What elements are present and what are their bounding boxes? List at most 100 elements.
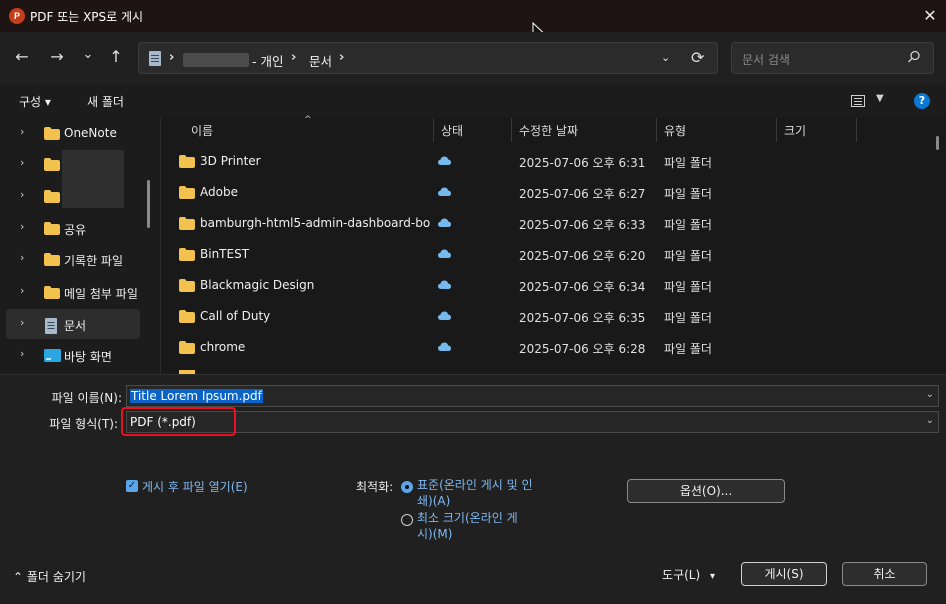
file-name: bamburgh-html5-admin-dashboard-bo... bbox=[200, 216, 430, 230]
window-title: PDF 또는 XPS로 게시 bbox=[30, 10, 144, 24]
options-button[interactable]: 옵션(O)... bbox=[627, 479, 785, 503]
breadcrumb-separator-icon[interactable]: › bbox=[291, 50, 296, 65]
breadcrumb-documents[interactable]: 문서 bbox=[309, 51, 332, 70]
table-row[interactable]: chrome 2025-07-06 오후 6:28 파일 폴더 bbox=[161, 332, 931, 363]
organize-menu-button[interactable]: 구성 ▾ bbox=[19, 93, 51, 110]
open-after-publish-checkbox[interactable]: ✓ bbox=[126, 480, 138, 492]
sidebar-item-shared[interactable]: › 공유 bbox=[6, 213, 140, 243]
table-row[interactable]: Call of Duty 2025-07-06 오후 6:35 파일 폴더 bbox=[161, 301, 931, 332]
file-type: 파일 폴더 bbox=[664, 218, 712, 232]
cloud-icon bbox=[438, 280, 451, 289]
help-icon[interactable]: ? bbox=[914, 93, 930, 109]
view-details-icon[interactable] bbox=[851, 95, 865, 107]
sidebar-scrollbar[interactable] bbox=[147, 180, 150, 228]
cloud-icon bbox=[438, 218, 451, 227]
breadcrumb-separator-icon[interactable]: › bbox=[339, 50, 344, 65]
filename-value: Title Lorem Ipsum.pdf bbox=[130, 389, 263, 403]
sidebar-item-desktop[interactable]: › 바탕 화면 bbox=[6, 340, 140, 370]
sidebar-item-label: 공유 bbox=[64, 223, 87, 237]
sidebar-item-label: 기록한 파일 bbox=[64, 254, 124, 268]
documents-icon bbox=[149, 51, 161, 66]
cancel-button[interactable]: 취소 bbox=[842, 562, 927, 586]
optimize-label: 최적화: bbox=[356, 480, 394, 494]
table-row[interactable]: 3D Printer 2025-07-06 오후 6:31 파일 폴더 bbox=[161, 146, 931, 177]
sidebar-item-mail-attachments[interactable]: › 메일 첨부 파일 bbox=[6, 277, 140, 307]
optimize-minimum-radio[interactable] bbox=[401, 514, 413, 526]
expand-chevron-icon[interactable]: › bbox=[20, 347, 24, 360]
forward-arrow-icon[interactable]: → bbox=[46, 46, 68, 68]
column-header-status[interactable]: 상태 bbox=[433, 118, 511, 142]
file-type: 파일 폴더 bbox=[664, 156, 712, 170]
optimize-standard-radio[interactable] bbox=[401, 481, 413, 493]
folder-icon bbox=[179, 248, 195, 261]
search-box[interactable]: 문서 검색 bbox=[731, 42, 934, 74]
file-list: ^ 이름 상태 수정한 날짜 유형 크기 3D Printer 2025-07-… bbox=[160, 115, 946, 374]
sidebar-item-label: 문서 bbox=[64, 319, 87, 333]
folder-icon bbox=[44, 127, 60, 140]
tools-menu-button[interactable]: 도구(L) ▾ bbox=[662, 566, 715, 583]
navigation-bar: ← → ⌄ ↑ › - 개인 › 문서 › ⌄ ⟳ 문서 검색 bbox=[0, 32, 946, 84]
folder-icon bbox=[179, 186, 195, 199]
expand-chevron-icon[interactable]: › bbox=[20, 284, 24, 297]
column-header-type[interactable]: 유형 bbox=[656, 118, 776, 142]
file-date: 2025-07-06 오후 6:27 bbox=[519, 187, 646, 201]
highlight-annotation-box bbox=[121, 407, 236, 436]
filename-input[interactable]: Title Lorem Ipsum.pdf ⌄ bbox=[126, 385, 939, 407]
table-row[interactable]: Blackmagic Design 2025-07-06 오후 6:34 파일 … bbox=[161, 270, 931, 301]
column-header-date[interactable]: 수정한 날짜 bbox=[511, 118, 656, 142]
hide-folders-button[interactable]: ⌃ 폴더 숨기기 bbox=[13, 568, 86, 585]
file-list-scrollbar[interactable] bbox=[936, 136, 939, 150]
file-date: 2025-07-06 오후 6:20 bbox=[519, 249, 646, 263]
chevron-down-icon[interactable]: ⌄ bbox=[926, 415, 934, 426]
folder-icon bbox=[179, 310, 195, 323]
expand-chevron-icon[interactable]: › bbox=[20, 125, 24, 138]
desktop-icon bbox=[44, 349, 61, 362]
table-row[interactable]: bamburgh-html5-admin-dashboard-bo... 202… bbox=[161, 208, 931, 239]
search-icon[interactable] bbox=[906, 49, 922, 65]
table-row[interactable]: Adobe 2025-07-06 오후 6:27 파일 폴더 bbox=[161, 177, 931, 208]
command-bar: 구성 ▾ 새 폴더 ▼ ? bbox=[0, 84, 946, 118]
folder-icon bbox=[44, 253, 60, 266]
expand-chevron-icon[interactable]: › bbox=[20, 316, 24, 329]
recent-locations-chevron-icon[interactable]: ⌄ bbox=[77, 44, 99, 66]
expand-chevron-icon[interactable]: › bbox=[20, 156, 24, 169]
optimize-minimum-label[interactable]: 최소 크기(온라인 게시)(M) bbox=[417, 510, 532, 542]
sidebar-item-label: OneNote bbox=[64, 126, 117, 140]
file-type: 파일 폴더 bbox=[664, 311, 712, 325]
navigation-pane: › OneNote › › › 공유 › 기록한 파일 › 메일 첨부 파일 ›… bbox=[0, 118, 160, 374]
cloud-icon bbox=[438, 156, 451, 165]
view-options-chevron-icon[interactable]: ▼ bbox=[876, 93, 884, 104]
back-arrow-icon[interactable]: ← bbox=[11, 46, 33, 68]
open-after-publish-label[interactable]: 게시 후 파일 열기(E) bbox=[142, 478, 248, 495]
address-bar[interactable]: › - 개인 › 문서 › ⌄ ⟳ bbox=[138, 42, 718, 74]
expand-chevron-icon[interactable]: › bbox=[20, 220, 24, 233]
table-row[interactable]: BinTEST 2025-07-06 오후 6:20 파일 폴더 bbox=[161, 239, 931, 270]
sidebar-item-recorded-files[interactable]: › 기록한 파일 bbox=[6, 244, 140, 274]
column-header-size[interactable]: 크기 bbox=[776, 118, 856, 142]
up-arrow-icon[interactable]: ↑ bbox=[105, 46, 127, 68]
column-header-name[interactable]: 이름 bbox=[183, 118, 433, 142]
expand-chevron-icon[interactable]: › bbox=[20, 251, 24, 264]
breadcrumb-separator-icon[interactable]: › bbox=[169, 50, 174, 65]
close-icon[interactable]: ✕ bbox=[918, 4, 942, 28]
file-type: 파일 폴더 bbox=[664, 342, 712, 356]
file-date: 2025-07-06 오후 6:35 bbox=[519, 311, 646, 325]
address-dropdown-chevron-icon[interactable]: ⌄ bbox=[661, 51, 670, 64]
folder-icon bbox=[44, 190, 60, 203]
column-divider[interactable] bbox=[856, 118, 857, 142]
refresh-icon[interactable]: ⟳ bbox=[691, 48, 704, 67]
filetype-select[interactable]: PDF (*.pdf) ⌄ bbox=[126, 411, 939, 433]
cloud-icon bbox=[438, 249, 451, 258]
hide-folders-label: 폴더 숨기기 bbox=[26, 570, 86, 584]
chevron-down-icon[interactable]: ⌄ bbox=[926, 389, 934, 400]
sidebar-item-onenote[interactable]: › OneNote bbox=[6, 118, 140, 148]
cloud-icon bbox=[438, 311, 451, 320]
new-folder-button[interactable]: 새 폴더 bbox=[87, 93, 124, 110]
cloud-icon bbox=[438, 342, 451, 351]
publish-button[interactable]: 게시(S) bbox=[741, 562, 827, 586]
optimize-standard-label[interactable]: 표준(온라인 게시 및 인쇄)(A) bbox=[417, 477, 547, 509]
chevron-down-icon: ▾ bbox=[709, 571, 715, 582]
breadcrumb-owner[interactable]: - 개인 bbox=[252, 51, 283, 70]
expand-chevron-icon[interactable]: › bbox=[20, 188, 24, 201]
sidebar-item-documents[interactable]: › 문서 bbox=[6, 309, 140, 339]
